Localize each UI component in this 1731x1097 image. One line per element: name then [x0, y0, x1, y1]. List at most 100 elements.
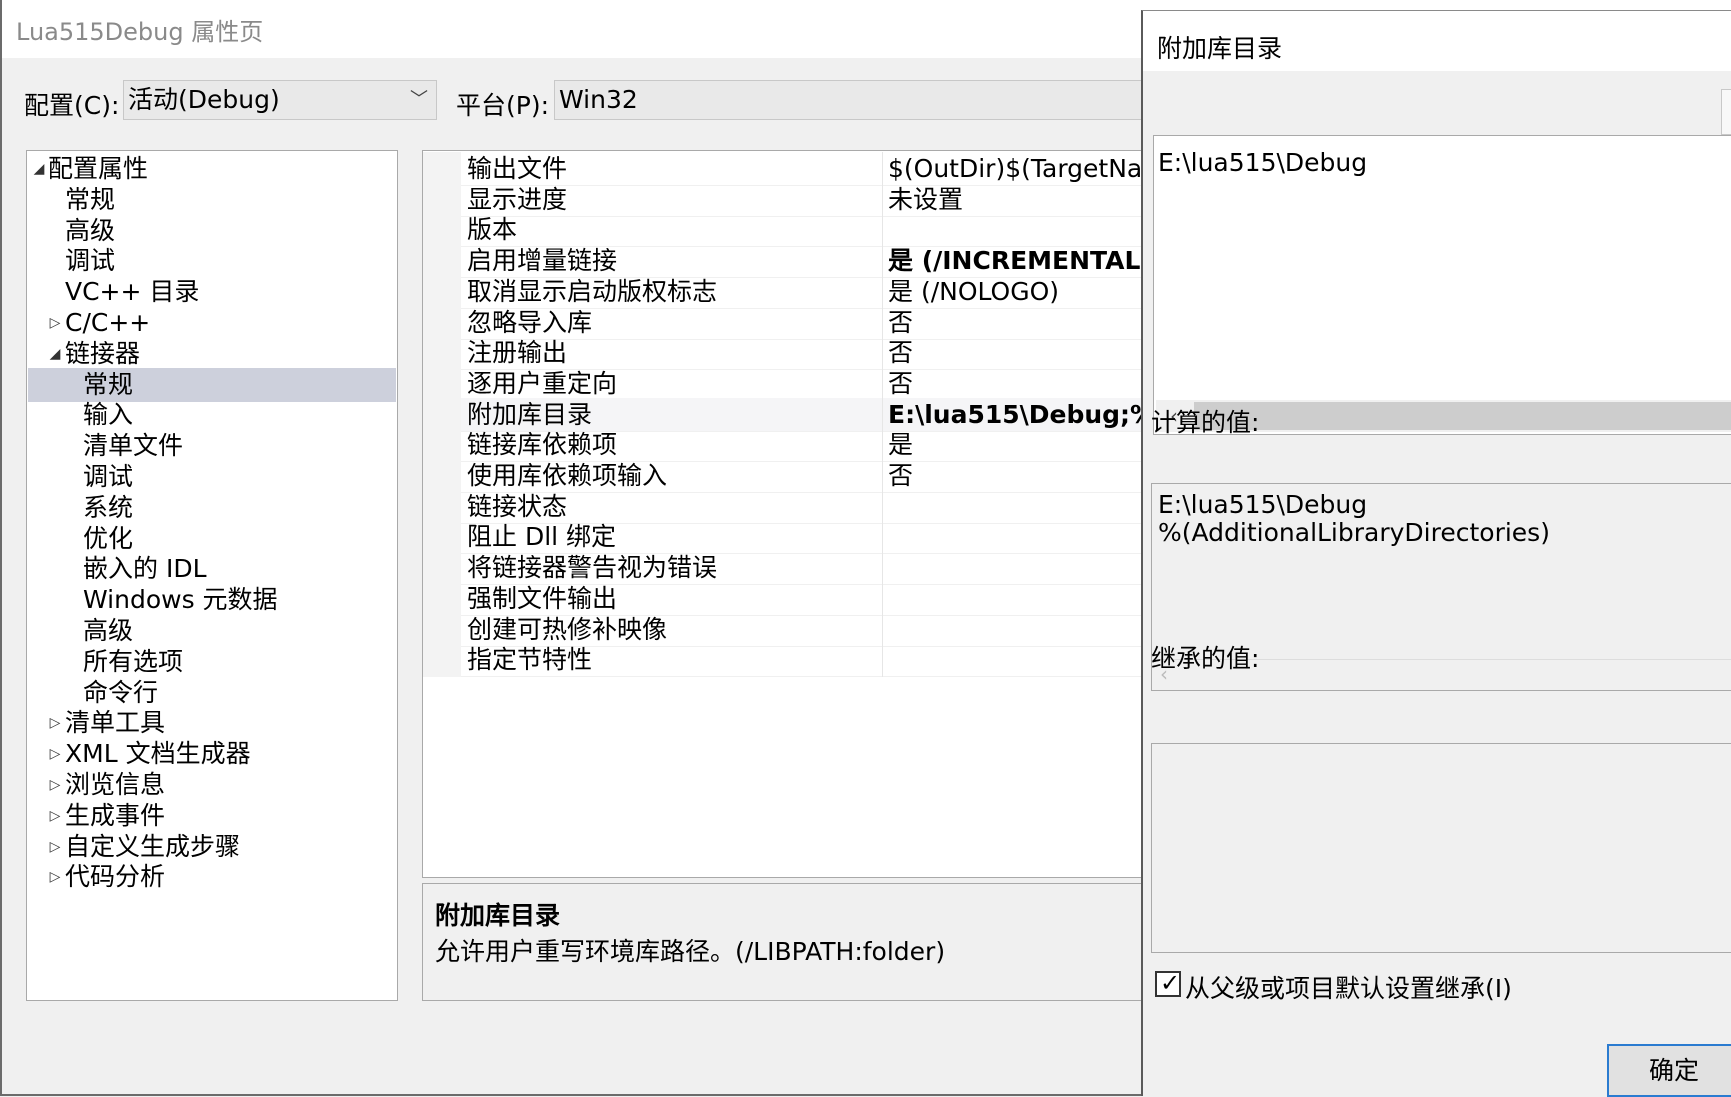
tree-item[interactable]: 嵌入的 IDL [28, 552, 396, 586]
tree-item[interactable]: 所有选项 [28, 645, 396, 679]
property-value[interactable]: 否 [888, 367, 913, 401]
property-row[interactable]: 显示进度 未设置 [423, 182, 1151, 217]
tree-item[interactable]: ▷ 清单工具 [28, 706, 396, 740]
property-name: 链接库依赖项 [467, 430, 618, 460]
property-row[interactable]: 附加库目录 E:\lua515\Debug;%(A [423, 397, 1186, 432]
tree-item[interactable]: ▷ XML 文档生成器 [28, 737, 396, 771]
collapsed-arrow-icon[interactable]: ▷ [48, 706, 62, 740]
collapsed-arrow-icon[interactable]: ▷ [48, 830, 62, 864]
platform-label: 平台(P): [456, 91, 550, 120]
property-row[interactable]: 强制文件输出 [423, 581, 1151, 616]
property-tree: ◢ 配置属性 常规 高级 调试 VC++ 目录 ▷ C/C++ ◢ 链接器 常规 输入 清单文件 调试 系统… [26, 150, 398, 1001]
collapsed-arrow-icon[interactable]: ▷ [48, 768, 62, 802]
tree-item[interactable]: ◢ 链接器 [28, 337, 396, 371]
tree-item[interactable]: ▷ 浏览信息 [28, 768, 396, 802]
tree-item-label: 自定义生成步骤 [65, 831, 241, 861]
property-value[interactable]: 否 [888, 336, 913, 370]
column-divider [882, 397, 883, 432]
row-gutter [423, 459, 461, 493]
tree-item[interactable]: VC++ 目录 [28, 275, 396, 309]
property-row[interactable]: 注册输出 否 [423, 336, 1151, 371]
property-row[interactable]: 取消显示启动版权标志 是 (/NOLOGO) [423, 274, 1151, 309]
tree-item[interactable]: ◢ 配置属性 [28, 152, 396, 186]
property-name: 阻止 Dll 绑定 [467, 522, 617, 552]
directories-edit-box[interactable]: E:\lua515\Debug ‹ [1153, 135, 1731, 435]
column-divider [882, 336, 883, 371]
property-row[interactable]: 指定节特性 [423, 643, 1151, 678]
tree-item-label: 高级 [83, 616, 134, 645]
inherit-checkbox-label[interactable]: 从父级或项目默认设置继承(I) [1185, 969, 1512, 1005]
tree-item-label: 浏览信息 [65, 770, 166, 799]
dialog-title-bar: 附加库目录 [1143, 11, 1731, 71]
property-value[interactable]: 否 [888, 306, 913, 340]
property-row[interactable]: 逐用户重定向 否 [423, 366, 1151, 401]
collapsed-arrow-icon[interactable]: ▷ [48, 860, 62, 894]
column-divider [882, 612, 883, 647]
collapsed-arrow-icon[interactable]: ▷ [48, 737, 62, 771]
property-value[interactable]: 是 [888, 428, 913, 462]
tree-item-label: 清单文件 [83, 431, 184, 461]
tree-item[interactable]: ▷ C/C++ [28, 306, 396, 340]
tree-item-label: 配置属性 [48, 154, 149, 183]
column-divider [882, 274, 883, 309]
property-value[interactable]: $(OutDir)$(TargetNam [888, 152, 1167, 186]
tree-item[interactable]: 调试 [28, 244, 396, 278]
property-row[interactable]: 将链接器警告视为错误 [423, 551, 1151, 586]
tree-item[interactable]: 系统 [28, 491, 396, 525]
tree-item[interactable]: 高级 [28, 614, 396, 648]
inherited-values-label: 继承的值: [1151, 644, 1260, 673]
property-value[interactable]: 是 (/NOLOGO) [888, 275, 1059, 309]
expanded-arrow-icon[interactable]: ◢ [32, 152, 46, 186]
property-name: 链接状态 [467, 491, 568, 521]
row-gutter [423, 336, 461, 371]
tree-item[interactable]: 常规 [28, 183, 396, 217]
tree-item-label: 高级 [65, 215, 116, 245]
tree-item-label: 系统 [83, 492, 134, 522]
property-row[interactable]: 阻止 Dll 绑定 [423, 520, 1151, 555]
tree-item[interactable]: ▷ 生成事件 [28, 799, 396, 833]
window-title: Lua515Debug 属性页 [16, 18, 264, 46]
tree-item-label: 代码分析 [65, 862, 166, 892]
row-gutter [423, 274, 461, 309]
expanded-arrow-icon[interactable]: ◢ [48, 337, 62, 371]
collapsed-arrow-icon[interactable]: ▷ [48, 799, 62, 833]
inherit-checkbox[interactable]: ✓ [1155, 969, 1181, 997]
tree-item[interactable]: 高级 [28, 214, 396, 248]
tree-item[interactable]: 输入 [28, 398, 396, 432]
tree-item[interactable]: 清单文件 [28, 429, 396, 463]
property-row[interactable]: 版本 [423, 213, 1151, 248]
property-name: 启用增量链接 [467, 246, 618, 276]
dialog-title: 附加库目录 [1157, 34, 1283, 63]
collapsed-arrow-icon[interactable]: ▷ [48, 306, 62, 340]
property-row[interactable]: 创建可热修补映像 [423, 612, 1151, 647]
tree-item[interactable]: 调试 [28, 460, 396, 494]
property-value[interactable]: 否 [888, 459, 913, 493]
property-row[interactable]: 启用增量链接 是 (/INCREMENTAL) [423, 244, 1152, 279]
tree-item-label: 嵌入的 IDL [83, 554, 207, 584]
property-name: 逐用户重定向 [467, 368, 618, 398]
property-row[interactable]: 输出文件 $(OutDir)$(TargetNam [423, 152, 1167, 186]
row-gutter [423, 489, 461, 524]
tree-item[interactable]: ▷ 代码分析 [28, 860, 396, 894]
ok-button[interactable]: 确定 [1607, 1044, 1731, 1097]
property-row[interactable]: 链接状态 [423, 489, 1151, 524]
tree-item[interactable]: Windows 元数据 [28, 583, 396, 617]
config-dropdown[interactable]: 活动(Debug) ﹀ [123, 80, 437, 120]
tree-item[interactable]: 命令行 [28, 676, 396, 710]
platform-dropdown[interactable]: Win32 [554, 80, 1154, 120]
property-row[interactable]: 忽略导入库 否 [423, 305, 1151, 340]
property-value[interactable]: 未设置 [888, 183, 963, 217]
property-row[interactable]: 链接库依赖项 是 [423, 428, 1151, 463]
tree-item[interactable]: 优化 [28, 522, 396, 556]
tree-item[interactable]: 常规 [28, 367, 396, 402]
property-value[interactable]: 是 (/INCREMENTAL) [888, 244, 1152, 278]
new-line-button[interactable] [1721, 89, 1731, 135]
row-gutter [423, 643, 461, 678]
scroll-thumb[interactable] [1194, 402, 1731, 430]
property-row[interactable]: 使用库依赖项输入 否 [423, 459, 1151, 493]
property-name: 注册输出 [467, 338, 568, 368]
tree-item-label: 清单工具 [65, 708, 166, 738]
property-name: 显示进度 [467, 184, 568, 214]
tree-item[interactable]: ▷ 自定义生成步骤 [28, 830, 396, 864]
inherited-values-box [1151, 743, 1731, 953]
